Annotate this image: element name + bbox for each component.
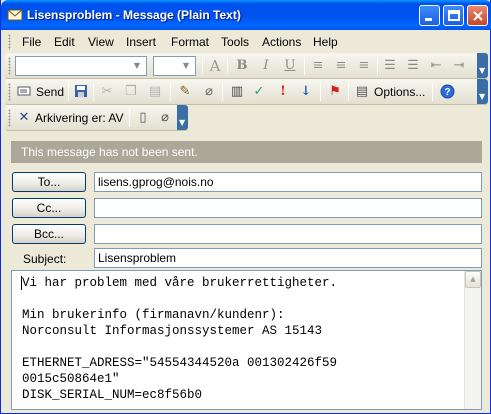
toolbar-grip[interactable] bbox=[8, 109, 11, 127]
window-title: Lisensproblem - Message (Plain Text) bbox=[27, 8, 241, 22]
bcc-field[interactable] bbox=[94, 224, 482, 244]
subject-field[interactable]: Lisensproblem bbox=[94, 248, 482, 268]
archive-icon[interactable]: ✕ bbox=[16, 110, 32, 126]
menu-tools[interactable]: Tools bbox=[221, 35, 249, 49]
send-icon[interactable] bbox=[17, 84, 33, 100]
cc-field[interactable] bbox=[94, 198, 482, 218]
menu-bar: File Edit View Insert Format Tools Actio… bbox=[5, 31, 488, 53]
toolbar-options-chevron[interactable]: ▼ bbox=[477, 53, 488, 78]
toolbar-separator bbox=[170, 83, 171, 101]
toolbar-options-chevron[interactable]: ▼ bbox=[477, 79, 488, 104]
menu-view[interactable]: View bbox=[88, 35, 114, 49]
body-line: 0015c50864e1" bbox=[22, 372, 120, 386]
vertical-scrollbar[interactable]: ▲ bbox=[464, 271, 481, 409]
save-icon[interactable] bbox=[73, 84, 89, 100]
close-button[interactable] bbox=[467, 5, 488, 26]
cc-button[interactable]: Cc... bbox=[12, 198, 86, 218]
address-book-icon[interactable]: ✎ bbox=[177, 84, 193, 100]
menu-grip[interactable] bbox=[8, 34, 11, 50]
subject-label: Subject: bbox=[23, 252, 67, 266]
toolbar-separator bbox=[377, 57, 378, 75]
toolbar-separator bbox=[348, 83, 349, 101]
toolbar-separator bbox=[68, 83, 69, 101]
chevron-down-icon: ▼ bbox=[179, 118, 186, 127]
cut-icon[interactable]: ✂ bbox=[99, 84, 115, 100]
send-button[interactable]: Send bbox=[36, 85, 64, 99]
toolbar-separator bbox=[304, 57, 305, 75]
font-style-combo[interactable]: ▼ bbox=[15, 56, 147, 76]
align-right-icon[interactable]: ≡ bbox=[356, 58, 372, 74]
help-icon[interactable]: ? bbox=[439, 84, 455, 100]
toolbar-separator bbox=[320, 83, 321, 101]
options-icon[interactable]: ▤ bbox=[354, 84, 370, 100]
align-center-icon[interactable]: ≡ bbox=[333, 58, 349, 74]
formatting-toolbar: ▼ ▼ A B I U ≡ ≡ ≡ ☰ ☰ ⇤ ⇥ ▼ bbox=[5, 53, 488, 79]
menu-file[interactable]: File bbox=[22, 35, 41, 49]
importance-high-icon[interactable]: ! bbox=[275, 84, 291, 100]
underline-icon[interactable]: U bbox=[282, 58, 298, 74]
numbering-icon[interactable]: ☰ bbox=[405, 58, 421, 74]
italic-icon[interactable]: I bbox=[258, 58, 274, 74]
toolbar-separator bbox=[129, 109, 130, 127]
menu-format[interactable]: Format bbox=[171, 35, 209, 49]
paperclip-icon[interactable]: ⌀ bbox=[157, 110, 173, 126]
importance-low-icon[interactable]: ↓ bbox=[298, 84, 314, 100]
message-window: Lisensproblem - Message (Plain Text) Fil… bbox=[0, 0, 491, 414]
menu-edit[interactable]: Edit bbox=[54, 35, 75, 49]
chevron-down-icon[interactable]: ▼ bbox=[178, 58, 194, 74]
toolbar-separator bbox=[432, 83, 433, 101]
text-caret bbox=[21, 276, 22, 290]
toolbar-options-chevron[interactable]: ▼ bbox=[177, 105, 188, 130]
menu-insert[interactable]: Insert bbox=[126, 35, 156, 49]
document-icon[interactable]: ▯ bbox=[135, 110, 151, 126]
toolbar-grip[interactable] bbox=[8, 57, 11, 75]
align-left-icon[interactable]: ≡ bbox=[310, 58, 326, 74]
info-bar: This message has not been sent. bbox=[11, 141, 482, 163]
chevron-down-icon[interactable]: ▼ bbox=[129, 58, 145, 74]
body-line: Vi har problem med våre brukerrettighete… bbox=[22, 276, 338, 290]
title-bar[interactable]: Lisensproblem - Message (Plain Text) bbox=[1, 0, 491, 30]
attach-file-icon[interactable]: ⌀ bbox=[201, 84, 217, 100]
body-line: Norconsult Informasjonssystemer AS 15143 bbox=[22, 324, 323, 338]
toolbar-grip[interactable] bbox=[8, 83, 11, 101]
body-line: DISK_SERIAL_NUM=ec8f56b0 bbox=[22, 388, 203, 402]
bcc-button[interactable]: Bcc... bbox=[12, 224, 86, 244]
flag-icon[interactable]: ⚑ bbox=[327, 84, 343, 100]
body-line: Min brukerinfo (firmanavn/kundenr): bbox=[22, 308, 285, 322]
menu-help[interactable]: Help bbox=[313, 35, 338, 49]
chevron-down-icon: ▼ bbox=[479, 92, 486, 101]
envelope-icon bbox=[7, 8, 23, 22]
font-size-combo[interactable]: ▼ bbox=[153, 56, 196, 76]
options-button[interactable]: Options... bbox=[374, 85, 425, 99]
archive-toolbar: ✕ Arkivering er: AV ▯ ⌀ ▼ bbox=[5, 105, 188, 131]
to-field[interactable]: lisens.gprog@nois.no bbox=[94, 172, 482, 192]
toolbar-separator bbox=[93, 83, 94, 101]
menu-actions[interactable]: Actions bbox=[262, 35, 301, 49]
body-line: ETHERNET_ADRESS="54554344520a 001302426f… bbox=[22, 356, 338, 370]
copy-icon[interactable]: ❐ bbox=[123, 84, 139, 100]
message-body[interactable]: Vi har problem med våre brukerrettighete… bbox=[11, 270, 482, 410]
to-button[interactable]: To... bbox=[12, 172, 86, 192]
font-color-icon[interactable]: A bbox=[207, 58, 223, 74]
minimize-button[interactable] bbox=[419, 5, 440, 26]
chevron-down-icon: ▼ bbox=[479, 66, 486, 75]
increase-indent-icon[interactable]: ⇥ bbox=[451, 58, 467, 74]
check-names-icon[interactable]: ✓ bbox=[251, 84, 267, 100]
bold-icon[interactable]: B bbox=[234, 58, 250, 74]
scroll-up-arrow-icon[interactable]: ▲ bbox=[465, 271, 481, 288]
archive-status-label[interactable]: Arkivering er: AV bbox=[35, 111, 123, 125]
toolbar-separator bbox=[227, 57, 228, 75]
standard-toolbar: Send ✂ ❐ ▤ ✎ ⌀ ▥ ✓ ! ↓ ⚑ ▤ Options... ? … bbox=[5, 79, 488, 105]
bullets-icon[interactable]: ☰ bbox=[382, 58, 398, 74]
decrease-indent-icon[interactable]: ⇤ bbox=[428, 58, 444, 74]
svg-text:?: ? bbox=[444, 87, 450, 98]
maximize-button[interactable] bbox=[443, 5, 464, 26]
toolbar-separator bbox=[222, 83, 223, 101]
book-icon[interactable]: ▥ bbox=[229, 84, 245, 100]
toolbar-separator bbox=[202, 57, 203, 75]
paste-icon[interactable]: ▤ bbox=[147, 84, 163, 100]
